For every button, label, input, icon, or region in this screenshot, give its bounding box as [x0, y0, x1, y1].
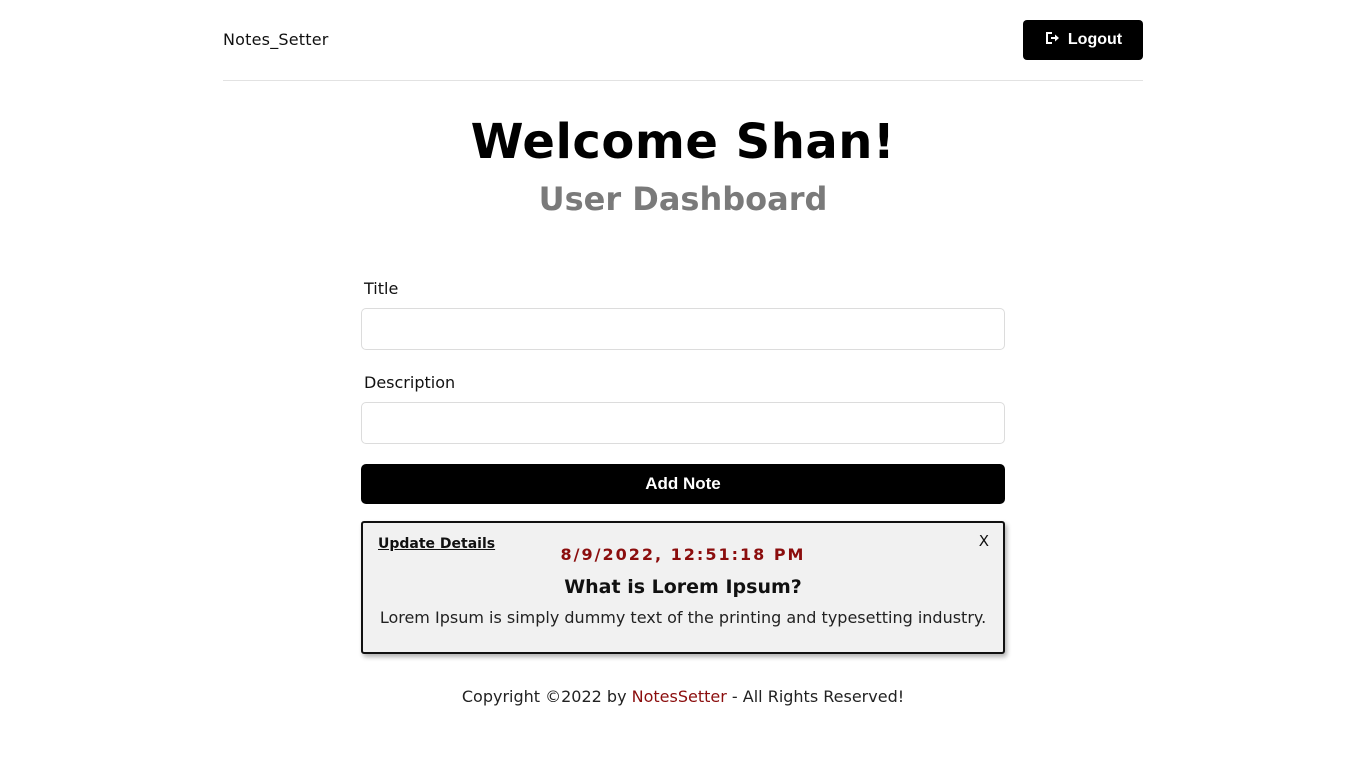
- navbar: Notes_Setter Logout: [223, 0, 1143, 81]
- note-card: Update Details X 8/9/2022, 12:51:18 PM W…: [361, 521, 1005, 654]
- title-label: Title: [364, 279, 399, 298]
- footer-suffix: - All Rights Reserved!: [726, 687, 905, 706]
- note-title: What is Lorem Ipsum?: [564, 576, 802, 598]
- add-note-form: Title Description Add Note: [361, 278, 1005, 504]
- description-label: Description: [364, 373, 456, 392]
- footer: Copyright ©2022 by NotesSetter - All Rig…: [0, 687, 1366, 706]
- footer-prefix: Copyright ©2022 by: [461, 687, 632, 706]
- brand-link[interactable]: Notes_Setter: [223, 30, 329, 49]
- welcome-heading: Welcome Shan!: [470, 114, 896, 170]
- sign-out-icon: [1044, 30, 1060, 51]
- logout-button[interactable]: Logout: [1023, 20, 1143, 60]
- logout-label: Logout: [1067, 31, 1123, 48]
- title-input[interactable]: [361, 308, 1005, 350]
- dashboard-subtitle: User Dashboard: [538, 180, 828, 218]
- description-input[interactable]: [361, 402, 1005, 444]
- add-note-button[interactable]: Add Note: [361, 464, 1005, 504]
- note-date: 8/9/2022, 12:51:18 PM: [560, 545, 806, 564]
- note-description: Lorem Ipsum is simply dummy text of the …: [379, 608, 987, 627]
- footer-link[interactable]: NotesSetter: [632, 687, 727, 706]
